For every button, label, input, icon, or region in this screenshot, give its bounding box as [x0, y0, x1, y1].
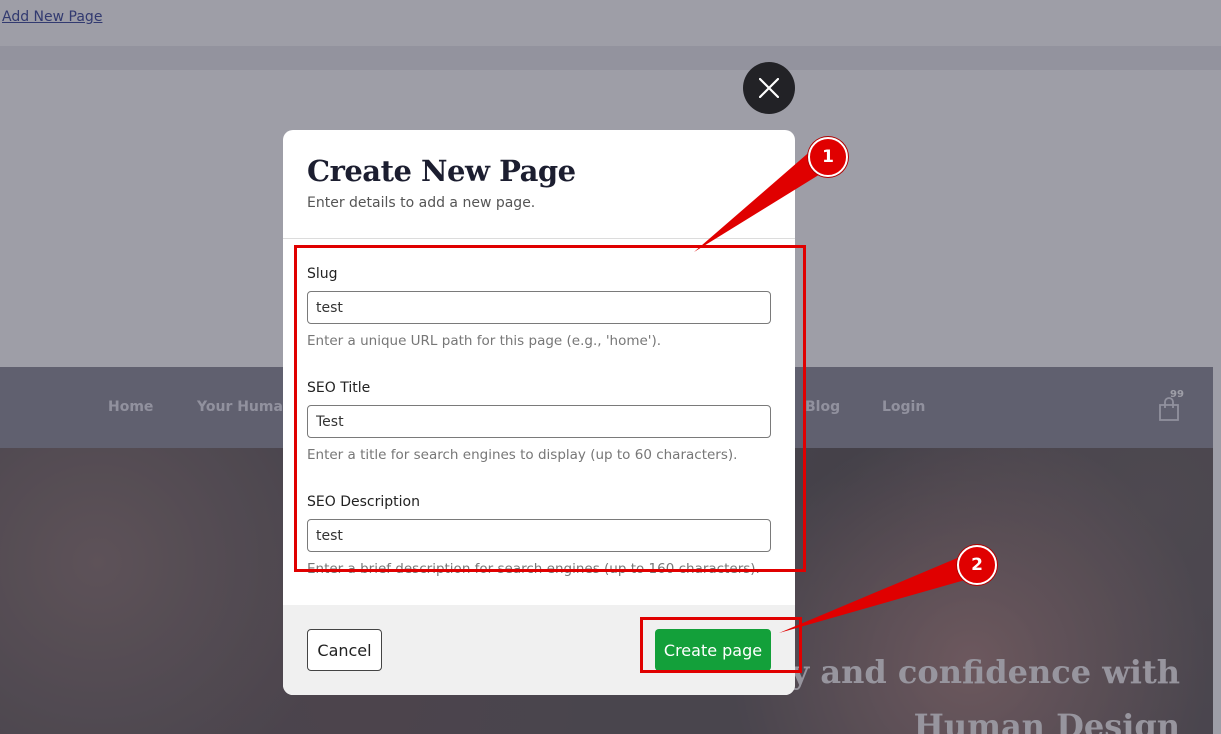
annotation-badge-2: 2: [957, 545, 997, 585]
annotation-arrows: [694, 148, 972, 633]
annotation-arrow-2: [779, 556, 972, 633]
annotation-badge-1: 1: [808, 137, 848, 177]
